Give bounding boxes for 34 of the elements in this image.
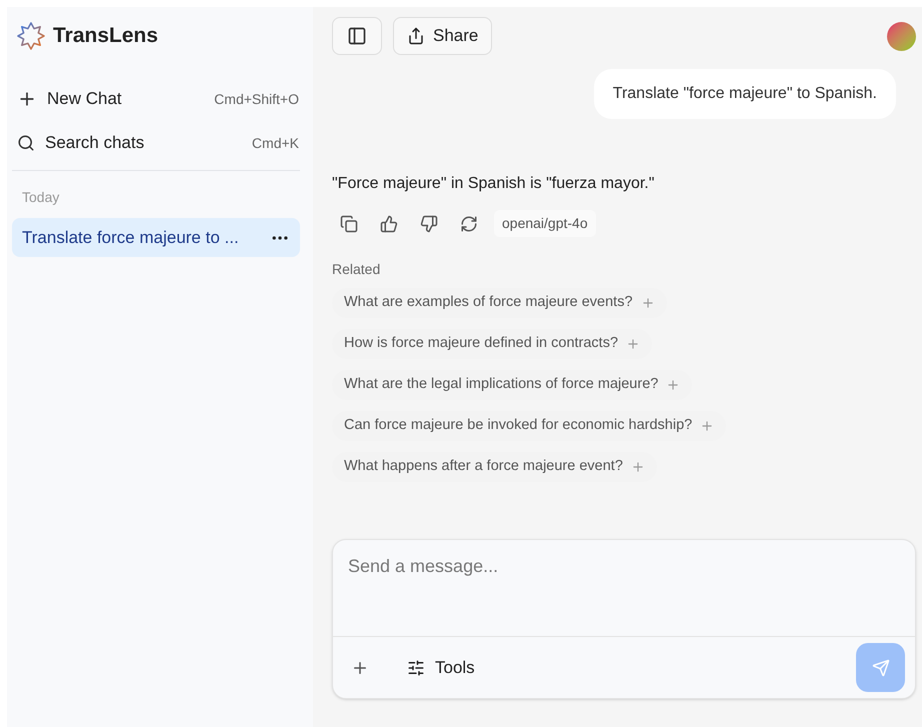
brand-name: TransLens — [53, 23, 158, 50]
plus-icon — [626, 337, 640, 351]
search-icon — [17, 134, 35, 152]
action-label: New Chat — [47, 88, 122, 110]
related-heading: Related — [332, 260, 382, 279]
share-icon — [407, 27, 425, 45]
user-message: Translate "force majeure" to Spanish. — [594, 69, 896, 119]
tools-button[interactable]: Tools — [407, 654, 475, 680]
panel-icon — [347, 26, 367, 46]
share-button[interactable]: Share — [393, 17, 492, 55]
model-tag: openai/gpt-4o — [494, 210, 596, 237]
send-icon — [872, 658, 890, 676]
avatar[interactable] — [887, 22, 916, 50]
plus-icon — [666, 378, 680, 392]
answer-text: "Force majeure" in Spanish is "fuerza mayor." — [332, 174, 656, 194]
copy-icon[interactable] — [340, 214, 358, 232]
shortcut-label: Cmd+Shift+O — [214, 90, 299, 108]
plus-icon — [630, 460, 645, 474]
sliders-icon — [407, 658, 425, 676]
shortcut-label: Cmd+K — [252, 134, 299, 152]
new-chat-item[interactable]: New Chat Cmd+Shift+O — [12, 79, 304, 119]
regenerate-icon[interactable] — [460, 214, 478, 232]
sidebar-toggle-button[interactable] — [332, 17, 382, 55]
message-composer[interactable]: Send a message... Tools — [332, 539, 916, 699]
thumbs-down-icon[interactable] — [420, 214, 438, 232]
group-label: Today — [22, 188, 60, 207]
plus-icon — [640, 296, 655, 310]
star-logo-icon — [17, 22, 45, 50]
plus-icon — [700, 419, 714, 433]
thumbs-up-icon[interactable] — [380, 214, 398, 232]
action-label: Search chats — [45, 132, 144, 154]
chat-item[interactable]: Translate force majeure to ... — [12, 218, 300, 257]
search-chats-item[interactable]: Search chats Cmd+K — [12, 123, 304, 163]
chat-title: Translate force majeure to ... — [22, 226, 239, 249]
